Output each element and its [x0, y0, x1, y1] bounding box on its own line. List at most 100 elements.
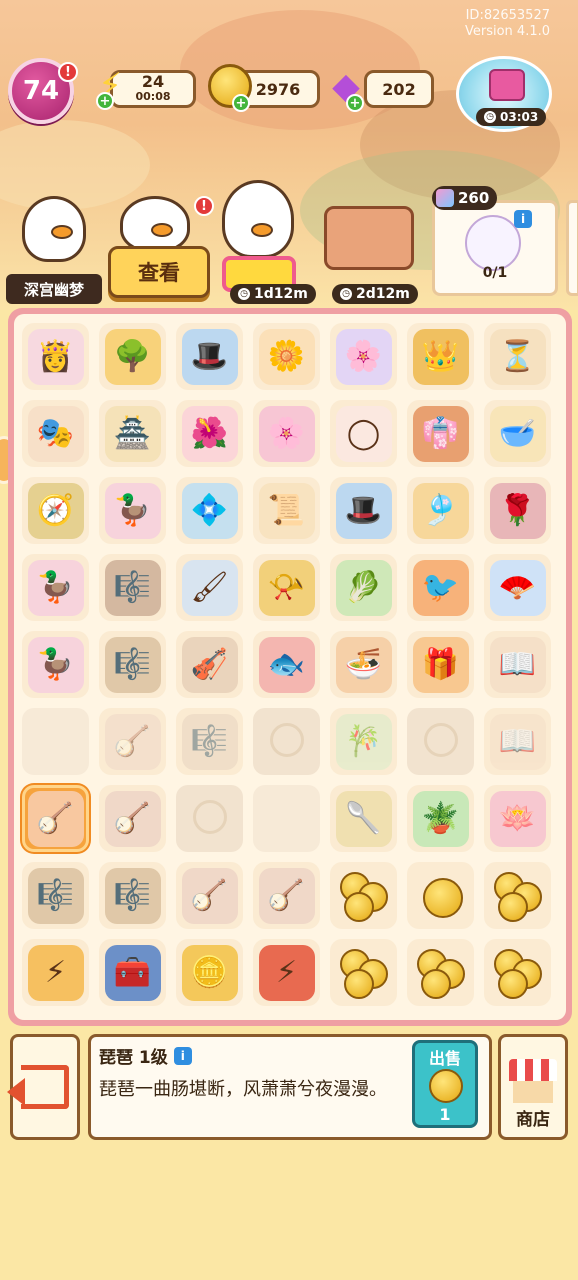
board-cell[interactable]: 🌼: [248, 318, 325, 395]
board-cell[interactable]: 🎼: [17, 857, 94, 934]
board-cell[interactable]: 🌺: [171, 395, 248, 472]
board-cell[interactable]: [248, 703, 325, 780]
guzheng-small-2-icon: 🎼: [104, 867, 161, 924]
board-cell[interactable]: 🦆: [17, 626, 94, 703]
board-cell[interactable]: 🍜: [325, 626, 402, 703]
board-cell[interactable]: 👘: [402, 395, 479, 472]
board-cell[interactable]: 🎐: [402, 472, 479, 549]
board-cell[interactable]: 🪙: [171, 934, 248, 1011]
board-cell[interactable]: 🐦: [402, 549, 479, 626]
board-cell[interactable]: 🎼: [171, 703, 248, 780]
merge-board: 👸 🌳 🎩 🌼 🌸 👑 ⏳ 🎭 🏯 🌺 🌸 ◯ 👘 🥣 🧭 🦆 💠 📜 🎩 🎐 🌹 🦆 🎼 🖌 📯 🥬 🐦 🪭 🦆 🎼 🎻 🐟 🍜 🎁 📖 🪕 🎼 🎋 📖 🪕…: [8, 308, 572, 1026]
board-cell[interactable]: 🎼: [94, 626, 171, 703]
consort-duck-icon: 🦆: [104, 482, 161, 539]
board-cell[interactable]: 🌳: [94, 318, 171, 395]
jade-cabbage-icon: 🥬: [335, 559, 392, 616]
sell-price: 1: [439, 1105, 451, 1124]
guzheng-2-icon: 🎼: [104, 636, 161, 693]
board-cell[interactable]: 🖌: [171, 549, 248, 626]
board-cell[interactable]: 🌸: [325, 318, 402, 395]
exit-button[interactable]: [7, 1034, 80, 1140]
board-cell[interactable]: [402, 934, 479, 1011]
board-cell[interactable]: 📖: [479, 626, 556, 703]
board-cell[interactable]: 🪕: [94, 703, 171, 780]
pavilion-building-icon[interactable]: [324, 206, 414, 270]
osmanthus-tree-icon: 🌳: [104, 328, 161, 385]
add-energy-button[interactable]: +: [96, 92, 114, 110]
board-cell[interactable]: 🏯: [94, 395, 171, 472]
board-cell[interactable]: 🎼: [94, 549, 171, 626]
board-cell[interactable]: 🥬: [325, 549, 402, 626]
board-cell[interactable]: 🧭: [17, 472, 94, 549]
sell-button[interactable]: 出售 1: [412, 1040, 478, 1128]
golden-compass-icon: 🧭: [27, 482, 84, 539]
board-cell[interactable]: 💠: [171, 472, 248, 549]
blue-floral-headdress-icon: 💠: [181, 482, 238, 539]
board-cell[interactable]: ⏳: [479, 318, 556, 395]
item-name-level: 琵琶 1级: [99, 1048, 168, 1068]
board-cell[interactable]: 🎩: [171, 318, 248, 395]
board-cell[interactable]: 🪕: [94, 780, 171, 857]
servant-duck-character[interactable]: [120, 196, 190, 252]
board-cell[interactable]: [479, 934, 556, 1011]
clock-icon: ◷: [484, 111, 496, 123]
board-cell[interactable]: 📖: [479, 703, 556, 780]
board-cell[interactable]: [325, 934, 402, 1011]
view-button[interactable]: 查看: [108, 246, 210, 298]
board-cell[interactable]: 🐟: [248, 626, 325, 703]
board-cell[interactable]: ⚡: [248, 934, 325, 1011]
golden-horn-icon: 📯: [258, 559, 315, 616]
board-cell[interactable]: 🥣: [479, 395, 556, 472]
board-cell[interactable]: [248, 780, 325, 857]
board-cell[interactable]: 🪭: [479, 549, 556, 626]
board-cell[interactable]: 👑: [402, 318, 479, 395]
board-cell[interactable]: 🦆: [94, 472, 171, 549]
board-cell[interactable]: 🪴: [402, 780, 479, 857]
board-cell[interactable]: 👸: [17, 318, 94, 395]
add-gems-button[interactable]: +: [346, 94, 364, 112]
board-cell[interactable]: 🎋: [325, 703, 402, 780]
flower-hairpin-icon: 🌼: [258, 328, 315, 385]
board-cell[interactable]: [17, 703, 94, 780]
eunuch-official-2-icon: 🎩: [335, 482, 392, 539]
board-cell[interactable]: 🧰: [94, 934, 171, 1011]
board-cell[interactable]: [402, 857, 479, 934]
next-order-card[interactable]: [566, 200, 578, 296]
board-cell[interactable]: [402, 703, 479, 780]
reward-gem-icon: [436, 189, 454, 207]
board-cell[interactable]: 🎻: [171, 626, 248, 703]
pipa-faded-icon: 🪕: [104, 713, 161, 770]
embroidered-robe-icon: 👘: [412, 405, 469, 462]
board-cell[interactable]: 🥄: [325, 780, 402, 857]
board-cell[interactable]: 🎩: [325, 472, 402, 549]
board-cell[interactable]: [479, 857, 556, 934]
board-cell[interactable]: ◯: [325, 395, 402, 472]
board-cell[interactable]: 📯: [248, 549, 325, 626]
board-cell[interactable]: 🪷: [479, 780, 556, 857]
board-cell[interactable]: 🪕: [17, 780, 94, 857]
board-cell[interactable]: ⚡: [17, 934, 94, 1011]
board-cell[interactable]: 🦆: [17, 549, 94, 626]
board-cell[interactable]: [171, 780, 248, 857]
board-cell[interactable]: 🪕: [171, 857, 248, 934]
board-cell[interactable]: 🌸: [248, 395, 325, 472]
clock-icon: ◷: [238, 288, 250, 300]
food-bowl-icon: 🍜: [335, 636, 392, 693]
board-cell[interactable]: [325, 857, 402, 934]
scholar-duck-character[interactable]: [22, 196, 86, 262]
add-coins-button[interactable]: +: [232, 94, 250, 112]
shop-button[interactable]: 商店: [498, 1034, 568, 1140]
board-cell[interactable]: 🎼: [94, 857, 171, 934]
board-cell[interactable]: 🪕: [248, 857, 325, 934]
board-cell[interactable]: 📜: [248, 472, 325, 549]
board-cell[interactable]: 🎁: [402, 626, 479, 703]
order-card[interactable]: 0/1: [432, 200, 558, 296]
powder-box-icon: 🥣: [489, 405, 546, 462]
board-cell[interactable]: 🌹: [479, 472, 556, 549]
locked-cell-icon: [270, 723, 304, 757]
empress-duck-character[interactable]: [222, 180, 294, 258]
gem-counter[interactable]: 202: [364, 70, 434, 108]
order-info-icon[interactable]: i: [514, 210, 532, 228]
item-info-icon[interactable]: i: [173, 1046, 192, 1065]
board-cell[interactable]: 🎭: [17, 395, 94, 472]
